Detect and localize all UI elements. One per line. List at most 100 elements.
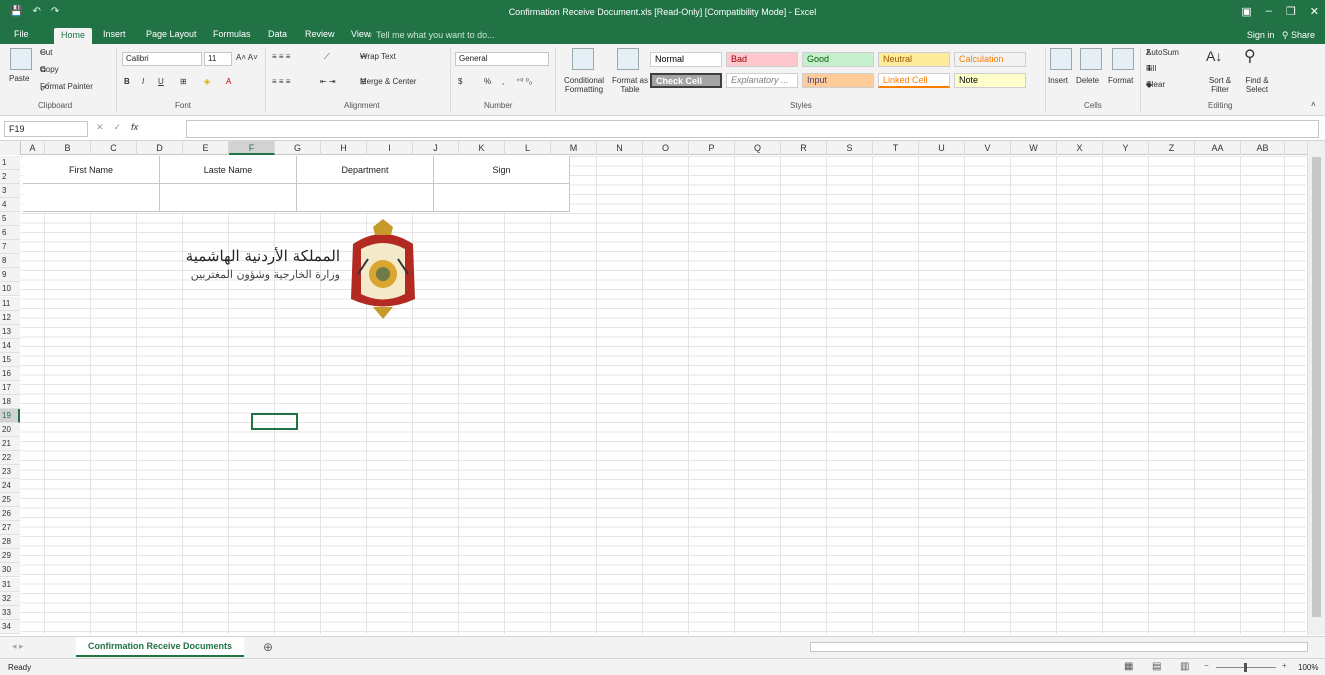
select-all-corner[interactable] bbox=[0, 141, 21, 155]
enter-icon[interactable]: ✓ bbox=[114, 122, 122, 133]
cell-style-neutral[interactable]: Neutral bbox=[878, 52, 950, 67]
tell-me-box[interactable]: ♀ Tell me what you want to do... bbox=[367, 30, 495, 40]
row-header-4[interactable]: 4 bbox=[0, 198, 20, 213]
font-size-select[interactable]: 11 bbox=[204, 52, 232, 66]
name-box[interactable]: F19 bbox=[4, 121, 88, 137]
row-header-8[interactable]: 8 bbox=[0, 254, 20, 269]
insert-function-button[interactable]: fx bbox=[131, 122, 138, 133]
column-header-u[interactable]: U bbox=[919, 141, 965, 155]
column-header-a[interactable]: A bbox=[21, 141, 45, 155]
cancel-icon[interactable]: ✕ bbox=[96, 122, 104, 133]
column-header-m[interactable]: M bbox=[551, 141, 597, 155]
comma-button[interactable]: , bbox=[502, 77, 504, 86]
share-icon[interactable]: ⚲ bbox=[1282, 30, 1289, 40]
column-header-h[interactable]: H bbox=[321, 141, 367, 155]
row-header-1[interactable]: 1 bbox=[0, 156, 20, 171]
row-header-26[interactable]: 26 bbox=[0, 507, 20, 522]
row-header-19[interactable]: 19 bbox=[0, 408, 20, 423]
header-last-name[interactable]: Laste Name bbox=[160, 156, 297, 184]
row-header-22[interactable]: 22 bbox=[0, 451, 20, 466]
row-header-18[interactable]: 18 bbox=[0, 394, 20, 409]
column-header-o[interactable]: O bbox=[643, 141, 689, 155]
cell-style-good[interactable]: Good bbox=[802, 52, 874, 67]
percent-button[interactable]: % bbox=[484, 77, 491, 86]
column-header-d[interactable]: D bbox=[137, 141, 183, 155]
row-header-15[interactable]: 15 bbox=[0, 352, 20, 367]
format-cells-icon[interactable] bbox=[1112, 48, 1134, 70]
row-header-30[interactable]: 30 bbox=[0, 563, 20, 578]
cell-style-normal[interactable]: Normal bbox=[650, 52, 722, 67]
row-header-13[interactable]: 13 bbox=[0, 324, 20, 339]
currency-button[interactable]: $ bbox=[458, 77, 462, 86]
horizontal-scrollbar[interactable] bbox=[810, 642, 1308, 652]
cell-style-calculation[interactable]: Calculation bbox=[954, 52, 1026, 67]
font-name-select[interactable]: Calibri bbox=[122, 52, 202, 66]
column-header-k[interactable]: K bbox=[459, 141, 505, 155]
tab-data[interactable]: Data bbox=[268, 29, 287, 39]
row-header-31[interactable]: 31 bbox=[0, 577, 20, 592]
column-header-v[interactable]: V bbox=[965, 141, 1011, 155]
column-header-r[interactable]: R bbox=[781, 141, 827, 155]
column-header-aa[interactable]: AA bbox=[1195, 141, 1241, 155]
column-header-n[interactable]: N bbox=[597, 141, 643, 155]
row-header-33[interactable]: 33 bbox=[0, 605, 20, 620]
row-header-23[interactable]: 23 bbox=[0, 465, 20, 480]
row-header-28[interactable]: 28 bbox=[0, 535, 20, 550]
row-header-3[interactable]: 3 bbox=[0, 184, 20, 199]
align-top-icon[interactable]: ≡ ≡ ≡ bbox=[272, 52, 290, 61]
table-cell[interactable] bbox=[297, 184, 434, 212]
conditional-formatting-icon[interactable] bbox=[572, 48, 594, 70]
column-header-q[interactable]: Q bbox=[735, 141, 781, 155]
grow-font-icon[interactable]: A˄ A˅ bbox=[236, 53, 258, 62]
format-table-icon[interactable] bbox=[617, 48, 639, 70]
conditional-formatting-button[interactable]: Conditional Formatting bbox=[559, 76, 609, 94]
table-cell[interactable] bbox=[23, 184, 160, 212]
font-color-icon[interactable]: A bbox=[226, 77, 231, 86]
table-cell[interactable] bbox=[434, 184, 570, 212]
cell-style-explanatory[interactable]: Explanatory ... bbox=[726, 73, 798, 88]
tab-file[interactable]: File bbox=[14, 29, 29, 39]
column-header-c[interactable]: C bbox=[91, 141, 137, 155]
paste-icon[interactable] bbox=[10, 48, 32, 70]
formula-input[interactable] bbox=[186, 120, 1319, 138]
zoom-level[interactable]: 100% bbox=[1298, 663, 1318, 672]
bold-button[interactable]: B bbox=[124, 77, 130, 86]
row-header-20[interactable]: 20 bbox=[0, 422, 20, 437]
sheet-tab-active[interactable]: Confirmation Receive Documents bbox=[76, 637, 244, 657]
format-cells-button[interactable]: Format bbox=[1108, 76, 1133, 85]
orientation-icon[interactable]: ⟋ bbox=[324, 52, 330, 62]
zoom-out-icon[interactable]: − bbox=[1204, 661, 1209, 670]
column-header-p[interactable]: P bbox=[689, 141, 735, 155]
worksheet-grid[interactable]: A B C D E F G H I J K L M N O P Q R S T U V W X Y Z AA AB 123456789… bbox=[0, 141, 1325, 635]
column-header-j[interactable]: J bbox=[413, 141, 459, 155]
delete-cells-icon[interactable] bbox=[1080, 48, 1102, 70]
scroll-thumb[interactable] bbox=[1312, 157, 1321, 617]
underline-button[interactable]: U bbox=[158, 77, 164, 86]
row-header-10[interactable]: 10 bbox=[0, 282, 20, 297]
cell-area[interactable] bbox=[21, 156, 1306, 634]
delete-cells-button[interactable]: Delete bbox=[1076, 76, 1099, 85]
column-header-f[interactable]: F bbox=[229, 141, 275, 155]
zoom-in-icon[interactable]: + bbox=[1282, 661, 1287, 670]
cell-style-bad[interactable]: Bad bbox=[726, 52, 798, 67]
sheet-nav-icon[interactable]: ◂ ▸ bbox=[12, 641, 24, 652]
restore-icon[interactable]: ❐ bbox=[1286, 5, 1296, 18]
row-header-25[interactable]: 25 bbox=[0, 493, 20, 508]
row-header-7[interactable]: 7 bbox=[0, 240, 20, 255]
row-header-17[interactable]: 17 bbox=[0, 380, 20, 395]
align-left-icon[interactable]: ≡ ≡ ≡ bbox=[272, 77, 290, 86]
minimize-icon[interactable]: – bbox=[1266, 5, 1272, 18]
row-header-11[interactable]: 11 bbox=[0, 296, 20, 311]
view-page-layout-icon[interactable]: ▤ bbox=[1152, 661, 1161, 672]
sort-filter-icon[interactable]: A↓ bbox=[1206, 48, 1222, 64]
header-sign[interactable]: Sign bbox=[434, 156, 570, 184]
row-header-24[interactable]: 24 bbox=[0, 479, 20, 494]
borders-icon[interactable]: ⊞ bbox=[180, 77, 187, 86]
format-as-table-button[interactable]: Format as Table bbox=[610, 76, 650, 94]
sign-in-link[interactable]: Sign in bbox=[1247, 30, 1275, 40]
cell-style-input[interactable]: Input bbox=[802, 73, 874, 88]
column-header-z[interactable]: Z bbox=[1149, 141, 1195, 155]
column-header-i[interactable]: I bbox=[367, 141, 413, 155]
column-header-t[interactable]: T bbox=[873, 141, 919, 155]
row-header-6[interactable]: 6 bbox=[0, 226, 20, 241]
